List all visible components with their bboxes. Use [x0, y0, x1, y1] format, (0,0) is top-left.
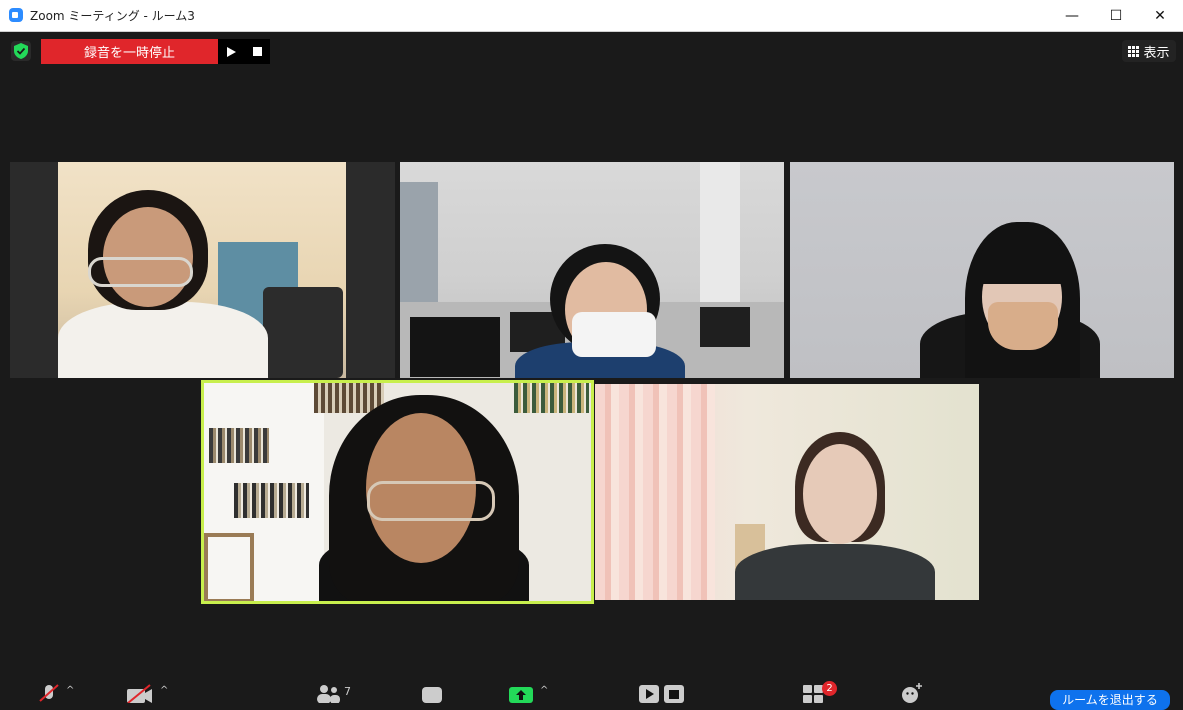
microphone-muted-icon	[39, 684, 59, 702]
curtain	[595, 384, 715, 600]
participants-button[interactable]: 7	[315, 683, 351, 703]
breakout-rooms-icon	[803, 685, 823, 703]
chevron-up-icon[interactable]: ^	[160, 685, 168, 696]
easel	[204, 533, 254, 601]
video-tile-1[interactable]	[10, 162, 395, 378]
grid-icon	[1128, 45, 1140, 57]
emoji-plus-icon	[902, 683, 922, 703]
share-screen-icon	[509, 687, 533, 703]
breakout-badge: 2	[822, 681, 837, 696]
play-stop-icon	[639, 685, 684, 703]
books	[234, 483, 309, 518]
background-window	[400, 182, 438, 312]
chat-icon	[422, 687, 442, 703]
title-bar: Zoom ミーティング - ルーム3 — ☐ ✕	[0, 0, 1183, 32]
video-tile-active-speaker[interactable]	[201, 380, 594, 604]
books	[514, 383, 589, 413]
participants-count: 7	[344, 685, 351, 698]
minimize-button[interactable]: —	[1049, 0, 1095, 31]
monitor	[410, 317, 500, 377]
zoom-app-icon	[9, 8, 23, 22]
face-mask	[988, 302, 1058, 350]
shield-check-icon[interactable]	[11, 41, 31, 61]
view-label: 表示	[1143, 45, 1170, 61]
camera-off-icon	[127, 684, 152, 703]
mute-button[interactable]: ^	[38, 683, 74, 703]
record-button[interactable]	[638, 683, 686, 703]
leave-room-button[interactable]: ルームを退出する	[1050, 690, 1170, 710]
participant-body	[58, 302, 268, 378]
video-frame	[58, 162, 346, 378]
reactions-button[interactable]	[900, 683, 924, 703]
view-button[interactable]: 表示	[1122, 40, 1176, 62]
chair	[263, 287, 343, 378]
play-icon[interactable]	[221, 42, 241, 62]
chevron-up-icon[interactable]: ^	[540, 685, 548, 696]
glasses	[367, 481, 495, 521]
chevron-up-icon[interactable]: ^	[66, 685, 74, 696]
pause-recording-button[interactable]: 録音を一時停止	[41, 39, 218, 64]
recording-controls	[218, 39, 270, 64]
video-tile-5[interactable]	[595, 384, 979, 600]
monitor	[700, 307, 750, 347]
participants-icon	[317, 685, 340, 703]
maximize-button[interactable]: ☐	[1093, 0, 1139, 31]
breakout-rooms-button[interactable]: 2	[802, 681, 837, 703]
window-title: Zoom ミーティング - ルーム3	[30, 9, 195, 23]
glasses	[88, 257, 193, 287]
close-button[interactable]: ✕	[1137, 0, 1183, 31]
books	[209, 428, 269, 463]
video-tile-3[interactable]	[790, 162, 1174, 378]
chat-button[interactable]	[421, 683, 443, 703]
participant-face	[803, 444, 877, 544]
face-mask	[572, 312, 656, 357]
meeting-toolbar: ^ ^ 7 ^ 2	[0, 675, 1183, 703]
share-screen-button[interactable]: ^	[508, 683, 548, 703]
participant-body	[735, 544, 935, 600]
video-button[interactable]: ^	[126, 683, 168, 703]
stop-icon[interactable]	[247, 42, 267, 62]
video-tile-2[interactable]	[400, 162, 784, 378]
